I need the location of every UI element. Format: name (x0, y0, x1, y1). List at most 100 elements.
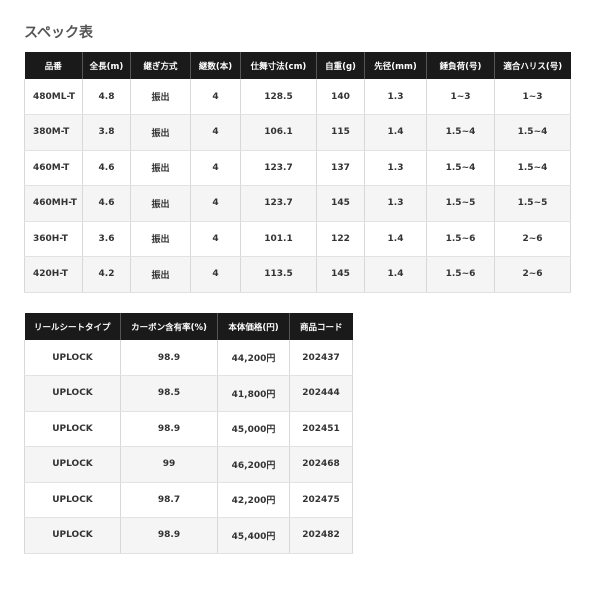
table-row: UPLOCK 98.9 45,000円 202451 (24, 411, 353, 447)
table-cell: 202468 (289, 446, 353, 483)
table-cell: 460M-T (24, 150, 83, 186)
table-cell: UPLOCK (24, 411, 121, 447)
table-cell: 1.4 (364, 256, 427, 293)
column-header: 全長(m) (82, 52, 131, 79)
table-cell: 4.6 (82, 185, 131, 222)
column-header: 品番 (24, 52, 83, 79)
table-cell: 1.5~5 (426, 185, 495, 222)
table-row: 420H-T 4.2 振出 4 113.5 145 1.4 1.5~6 2~6 (24, 256, 571, 293)
table-cell: 420H-T (24, 256, 83, 293)
table-row: 460M-T 4.6 振出 4 123.7 137 1.3 1.5~4 1.5~4 (24, 150, 571, 186)
table-cell: 1.5~4 (426, 114, 495, 151)
table-cell: 145 (316, 256, 365, 293)
table-cell: 4 (190, 221, 241, 257)
table-row: 380M-T 3.8 振出 4 106.1 115 1.4 1.5~4 1.5~4 (24, 114, 571, 151)
table-cell: 1.3 (364, 150, 427, 186)
table-cell: 99 (120, 446, 218, 483)
table-cell: 45,000円 (217, 411, 290, 447)
table-cell: UPLOCK (24, 482, 121, 518)
column-header: 商品コード (289, 313, 353, 340)
spec-table-body: 480ML-T 4.8 振出 4 128.5 140 1.3 1~3 1~3 380M-T 3.8 振… (24, 79, 571, 293)
table-cell: 46,200円 (217, 446, 290, 483)
table-row: 480ML-T 4.8 振出 4 128.5 140 1.3 1~3 1~3 (24, 79, 571, 115)
price-header-row: リールシートタイプ カーボン含有率(%) 本体価格(円) 商品コード (24, 313, 353, 340)
column-header: 自重(g) (316, 52, 365, 79)
table-cell: 1.3 (364, 185, 427, 222)
table-cell: 振出 (130, 114, 191, 151)
column-header: 本体価格(円) (217, 313, 290, 340)
table-cell: 振出 (130, 185, 191, 222)
table-cell: 98.9 (120, 340, 218, 376)
table-cell: 202437 (289, 340, 353, 376)
table-cell: 4 (190, 185, 241, 222)
spec-table-header: 品番 全長(m) 継ぎ方式 継数(本) 仕舞寸法(cm) 自重(g) 先径(mm) 錘負荷(号… (24, 52, 571, 79)
table-cell: 122 (316, 221, 365, 257)
table-cell: 140 (316, 79, 365, 115)
table-cell: 3.8 (82, 114, 131, 151)
column-header: カーボン含有率(%) (120, 313, 218, 340)
table-cell: 1.5~4 (494, 150, 571, 186)
table-cell: 振出 (130, 150, 191, 186)
table-cell: 1.3 (364, 79, 427, 115)
column-header: 継数(本) (190, 52, 241, 79)
table-cell: 1~3 (426, 79, 495, 115)
table-cell: 123.7 (240, 185, 317, 222)
table-row: UPLOCK 98.9 44,200円 202437 (24, 340, 353, 376)
table-cell: 145 (316, 185, 365, 222)
column-header: 継ぎ方式 (130, 52, 191, 79)
table-cell: 1.5~6 (426, 256, 495, 293)
table-row: 360H-T 3.6 振出 4 101.1 122 1.4 1.5~6 2~6 (24, 221, 571, 257)
table-cell: 115 (316, 114, 365, 151)
table-cell: 2~6 (494, 256, 571, 293)
table-cell: UPLOCK (24, 340, 121, 376)
table-cell: 1.4 (364, 221, 427, 257)
page-title: スペック表 (24, 25, 94, 41)
table-cell: 202475 (289, 482, 353, 518)
table-cell: 460MH-T (24, 185, 83, 222)
table-cell: 45,400円 (217, 517, 290, 554)
column-header: リールシートタイプ (24, 313, 121, 340)
table-cell: 44,200円 (217, 340, 290, 376)
table-cell: 振出 (130, 79, 191, 115)
table-cell: 1.5~5 (494, 185, 571, 222)
table-cell: 106.1 (240, 114, 317, 151)
table-cell: 4 (190, 256, 241, 293)
table-cell: 98.9 (120, 411, 218, 447)
table-cell: 41,800円 (217, 375, 290, 412)
table-cell: 113.5 (240, 256, 317, 293)
table-cell: 202444 (289, 375, 353, 412)
table-row: UPLOCK 99 46,200円 202468 (24, 446, 353, 483)
table-cell: 振出 (130, 256, 191, 293)
table-row: UPLOCK 98.7 42,200円 202475 (24, 482, 353, 518)
table-cell: 98.9 (120, 517, 218, 554)
table-cell: 2~6 (494, 221, 571, 257)
table-cell: 1.4 (364, 114, 427, 151)
table-cell: 380M-T (24, 114, 83, 151)
table-cell: 4 (190, 114, 241, 151)
column-header: 適合ハリス(号) (494, 52, 571, 79)
table-cell: UPLOCK (24, 446, 121, 483)
table-cell: 202482 (289, 517, 353, 554)
table-cell: 1.5~4 (494, 114, 571, 151)
table-cell: 101.1 (240, 221, 317, 257)
table-cell: 98.5 (120, 375, 218, 412)
table-cell: 4.2 (82, 256, 131, 293)
table-row: UPLOCK 98.5 41,800円 202444 (24, 375, 353, 412)
table-cell: 1~3 (494, 79, 571, 115)
table-row: 460MH-T 4.6 振出 4 123.7 145 1.3 1.5~5 1.5~5 (24, 185, 571, 222)
table-cell: 4.6 (82, 150, 131, 186)
table-cell: UPLOCK (24, 375, 121, 412)
table-cell: 1.5~6 (426, 221, 495, 257)
price-table-body: UPLOCK 98.9 44,200円 202437 UPLOCK 98.5 41,800円… (24, 340, 353, 554)
table-cell: 128.5 (240, 79, 317, 115)
table-cell: 137 (316, 150, 365, 186)
table-cell: 3.6 (82, 221, 131, 257)
table-cell: 4.8 (82, 79, 131, 115)
spec-page: スペック表 品番 全長(m) 継ぎ方式 継数(本) 仕舞寸法(cm) 自重(g) 先径(mm… (0, 0, 600, 600)
column-header: 錘負荷(号) (426, 52, 495, 79)
table-cell: UPLOCK (24, 517, 121, 554)
column-header: 先径(mm) (364, 52, 427, 79)
table-cell: 4 (190, 79, 241, 115)
table-cell: 98.7 (120, 482, 218, 518)
table-cell: 42,200円 (217, 482, 290, 518)
